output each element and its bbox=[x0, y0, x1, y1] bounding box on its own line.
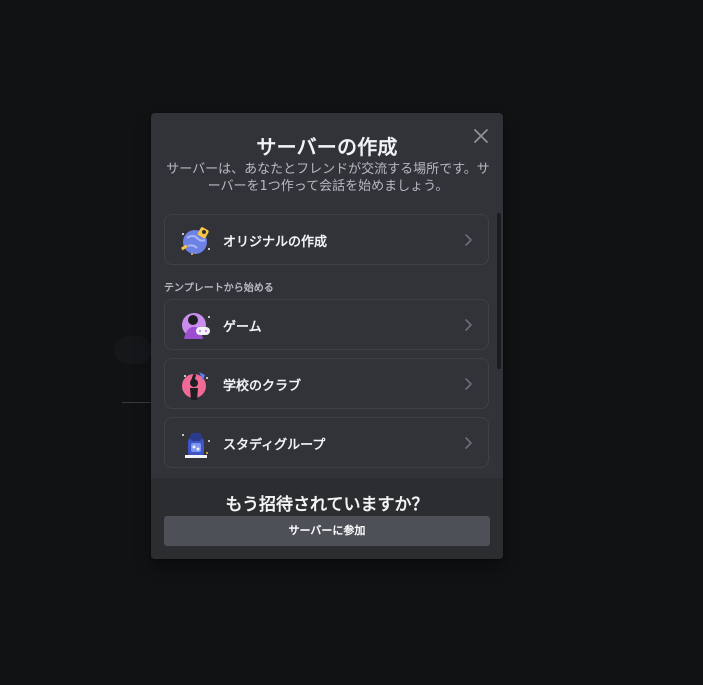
template-school-club-label: 学校のクラブ bbox=[223, 379, 302, 394]
background-element bbox=[114, 336, 152, 364]
create-own-label: オリジナルの作成 bbox=[223, 235, 328, 250]
options-list[interactable]: オリジナルの作成 テンプレートから始める ゲーム 学校のクラブ スタディグループ bbox=[151, 205, 503, 478]
close-icon bbox=[474, 129, 488, 143]
template-option-study-group[interactable]: スタディグループ bbox=[164, 417, 489, 468]
chevron-right-icon bbox=[465, 437, 472, 449]
footer-title: もう招待されていますか？ bbox=[225, 495, 429, 515]
gaming-controller-icon bbox=[179, 309, 213, 343]
template-study-group-label: スタディグループ bbox=[223, 438, 326, 453]
modal-header: サーバーの作成 サーバーは、あなたとフレンドが交流する場所です。サーバーを1つ作… bbox=[151, 113, 503, 203]
study-group-icon bbox=[179, 427, 213, 461]
globe-rocket-icon bbox=[179, 224, 213, 258]
modal-subtitle: サーバーは、あなたとフレンドが交流する場所です。サーバーを1つ作って会話を始めま… bbox=[166, 162, 490, 194]
background-divider bbox=[122, 402, 152, 403]
modal-title: サーバーの作成 bbox=[256, 135, 398, 159]
create-own-option[interactable]: オリジナルの作成 bbox=[164, 214, 489, 265]
chevron-right-icon bbox=[465, 378, 472, 390]
chevron-right-icon bbox=[465, 234, 472, 246]
close-button[interactable] bbox=[470, 125, 492, 147]
template-gaming-label: ゲーム bbox=[223, 320, 262, 335]
modal-footer: もう招待されていますか？ サーバーに参加 bbox=[151, 478, 503, 559]
create-server-modal: サーバーの作成 サーバーは、あなたとフレンドが交流する場所です。サーバーを1つ作… bbox=[151, 113, 503, 559]
template-option-gaming[interactable]: ゲーム bbox=[164, 299, 489, 350]
chevron-right-icon bbox=[465, 319, 472, 331]
template-section-label: テンプレートから始める bbox=[164, 283, 274, 294]
template-option-school-club[interactable]: 学校のクラブ bbox=[164, 358, 489, 409]
join-server-button[interactable]: サーバーに参加 bbox=[164, 516, 490, 546]
scrollbar-thumb[interactable] bbox=[497, 213, 501, 369]
school-club-icon bbox=[179, 368, 213, 402]
